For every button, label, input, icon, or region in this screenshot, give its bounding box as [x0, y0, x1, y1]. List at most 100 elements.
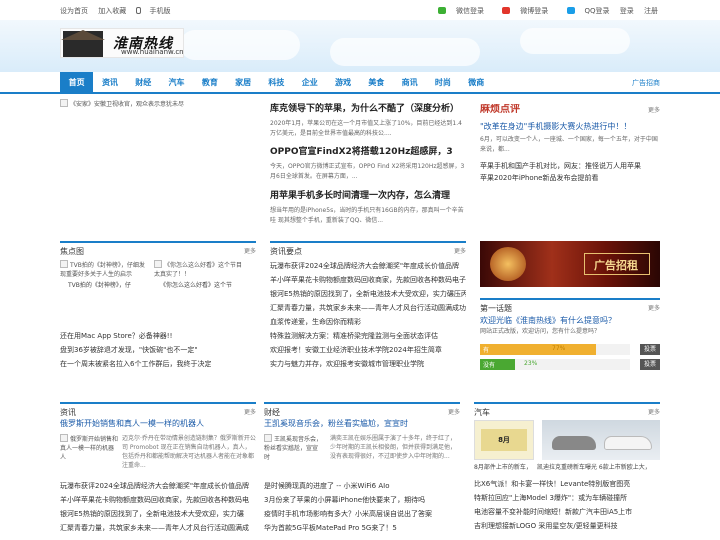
focus-link-3[interactable]: 在一个周末被紧名拉入6个工作群后，我终于决定 — [60, 358, 211, 370]
lead-image[interactable]: 《安家》安徽卫视收官，观众表示意犹未尽 — [60, 99, 184, 111]
set-homepage-link[interactable]: 设为首页 — [60, 7, 88, 15]
news-point-1[interactable]: 玩瀑布获评2024全球品牌经济大会鲸潮奖"年度成长价值品牌 — [270, 260, 466, 272]
finance-more[interactable]: 更多 — [448, 407, 460, 416]
focus-image-2[interactable]: 《你怎么这么好看》这个节目太真实了！！ — [154, 260, 244, 280]
nav-fashion[interactable]: 时尚 — [426, 72, 459, 94]
add-favorite-link[interactable]: 加入收藏 — [98, 7, 126, 15]
news-point-5[interactable]: 血浆传递爱，生命因你而精彩 — [270, 316, 466, 328]
focus-link-2[interactable]: 盘到36岁被辞退才发现，"快饭碗"也不一定" — [60, 344, 198, 356]
mobile-link[interactable]: 手机版 — [136, 7, 178, 15]
finance-link-3[interactable]: 疫情时手机市场影响有多大？小米高层误自说出了答案 — [264, 508, 460, 520]
vote-button-no[interactable]: 投票 — [640, 359, 660, 370]
weibo-login[interactable]: 微博登录 — [494, 7, 548, 15]
news-point-4[interactable]: 汇聚青春力量，共筑家乡未来——青年人才风台行活动圆满成功 — [270, 302, 466, 314]
login-link[interactable]: 登录 — [620, 7, 634, 15]
news-section-desc: 迈克尔·乔丹在带动情景创造链制集？俄罗斯新开公司 Promobot 现在正在销售… — [122, 435, 256, 469]
auto-link-3[interactable]: 电池容量不变补能时间缩短！新款广汽丰田iA5上市 — [474, 506, 660, 518]
review-desc: 6月，可以改变一个人，一座城、一个国家，每一个五年，对于中国来说，都... — [480, 136, 658, 153]
nav-wechat-biz[interactable]: 微商 — [460, 72, 493, 94]
nav-finance[interactable]: 财经 — [127, 72, 160, 94]
focus-caption-2[interactable]: 《你怎么这么好看》这个节 — [160, 280, 232, 292]
auto-more[interactable]: 更多 — [648, 407, 660, 416]
news-section-headline[interactable]: 俄罗斯开始销售和真人一模一样的机器人 — [60, 418, 204, 430]
nav-news[interactable]: 资讯 — [93, 72, 126, 94]
news-point-6[interactable]: 特殊监测解决方案：精准桥梁完隆监测与全面状态评估 — [270, 330, 466, 342]
news-points-more[interactable]: 更多 — [454, 246, 466, 255]
news-points-header: 资讯要点 更多 — [270, 241, 466, 256]
news-section-link-2[interactable]: 羊小咩苹果花卡购物额度数码回收商家，先款回收各种数码电 — [60, 494, 256, 506]
topic-more[interactable]: 更多 — [648, 303, 660, 312]
auto-link-4[interactable]: 吉利理想接新LOGO 采用星空灰/更轻量更科技 — [474, 520, 660, 532]
ad-banner[interactable]: 广告招租 — [480, 241, 660, 287]
focus-caption-1[interactable]: TVB拍的《封神榜》，仔 — [68, 280, 131, 292]
news-title-1[interactable]: 库克领导下的苹果，为什么不酷了（深度分析） — [270, 103, 459, 115]
news-point-8[interactable]: 实力与魅力并存，欢迎报考安徽城市管理职业学院 — [270, 358, 466, 370]
finance-image[interactable]: 王凯奚现音乐会，粉丝看实尴尬，宣宣时 — [264, 434, 322, 470]
news-desc-1: 2020年1月，苹果公司在这一个月市值又上涨了10%，目前已经达到1.4万亿美元… — [270, 120, 462, 137]
nav-business[interactable]: 商讯 — [393, 72, 426, 94]
finance-headline[interactable]: 王凯奚现音乐会，粉丝看实尴尬，宣宣时 — [264, 418, 408, 430]
news-section-image-alt: 俄罗斯开始销售和真人一模一样的机器人 — [60, 436, 118, 461]
news-section-link-4[interactable]: 汇聚青春力量，共筑家乡未来——青年人才风台行活动圆满成 — [60, 522, 256, 534]
auto-image-1[interactable]: 8月 — [474, 420, 534, 460]
auto-caption-2[interactable]: 凯迪拉克重磅新车曝光 6款上市新欧上大， — [537, 462, 651, 474]
broken-image-icon — [264, 434, 272, 442]
auto-link-1[interactable]: 比X6气派！和卡宴一样快！Levante特别版官图亮 — [474, 478, 660, 490]
nav-education[interactable]: 教育 — [193, 72, 226, 94]
finance-desc: 满奕王凯在娱乐圈属于演了十多年，终于红了，少年时期的王凯长相俊朗，但并获得到满足… — [330, 435, 457, 460]
ad-banner-text: 广告招租 — [594, 259, 638, 272]
news-point-7[interactable]: 欢迎报考！安徽工业经济职业技术学院2024年招生简章 — [270, 344, 466, 356]
news-point-2[interactable]: 羊小咩苹果花卡购物额度数码回收商家，先款回收各种数码电子产 — [270, 274, 466, 286]
broken-image-icon — [60, 99, 68, 107]
review-item-1[interactable]: 苹果手机和国产手机对比，网友：推怪说万人用苹果 — [480, 160, 641, 172]
finance-link-4[interactable]: 华为首款5G平板MatePad Pro 5G来了！5 — [264, 522, 460, 534]
news-section-more[interactable]: 更多 — [244, 407, 256, 416]
finance-header: 财经 更多 — [264, 402, 460, 417]
news-section-title: 资讯 — [60, 408, 76, 417]
review-headline[interactable]: "改革在身边"手机摄影大赛火热进行中！！ — [480, 121, 631, 133]
focus-header: 焦点图 更多 — [60, 241, 256, 256]
register-link[interactable]: 注册 — [644, 7, 658, 15]
wechat-login[interactable]: 微信登录 — [430, 7, 484, 15]
finance-link-1[interactable]: 是时候腾现真的进度了 -- 小米WiFi6 AIo — [264, 480, 460, 492]
news-point-3[interactable]: 银河E5热销的原因找到了，全新电池技术大受欢迎，实力碾压丙 — [270, 288, 466, 300]
focus-image-1[interactable]: TVB拍的《封神榜》，仔细发现重要好多关于人生的启示 — [60, 260, 148, 280]
topic-desc: 网站正式改版，欢迎访问，您有什么提意吗？ — [480, 328, 601, 335]
review-badge: 麻烦点评 — [480, 104, 520, 115]
auto-caption-1[interactable]: 8月部件上市的新车， — [474, 462, 532, 474]
news-section-header: 资讯 更多 — [60, 402, 256, 417]
qq-login[interactable]: QQ登录 — [559, 7, 610, 15]
nav-tech[interactable]: 科技 — [260, 72, 293, 94]
finance-title: 财经 — [264, 408, 280, 417]
poll-label-no: 没有 — [483, 362, 496, 369]
broken-image-icon — [154, 260, 162, 268]
vote-button-yes[interactable]: 投票 — [640, 344, 660, 355]
auto-header: 汽车 更多 — [474, 402, 660, 417]
focus-link-1[interactable]: 还在用Mac App Store？必备神器!! — [60, 330, 172, 342]
news-section-link-3[interactable]: 银河E5热销的原因找到了，全新电池技术大受欢迎，实力碾 — [60, 508, 256, 520]
news-points-title: 资讯要点 — [270, 247, 302, 256]
nav-auto[interactable]: 汽车 — [160, 72, 193, 94]
nav-ad-link[interactable]: 广告招商 — [632, 78, 660, 88]
review-more[interactable]: 更多 — [648, 105, 660, 117]
nav-enterprise[interactable]: 企业 — [293, 72, 326, 94]
nav-food[interactable]: 美食 — [360, 72, 393, 94]
top-bar: 设为首页 加入收藏 手机版 微信登录 微博登录 QQ登录 登录 注册 — [0, 0, 720, 20]
site-logo[interactable]: 淮南热线 www.huainanw.cn — [60, 28, 184, 58]
news-section-image[interactable]: 俄罗斯开始销售和真人一模一样的机器人 — [60, 434, 118, 470]
nav-home-living[interactable]: 家居 — [226, 72, 259, 94]
focus-image-1-alt: TVB拍的《封神榜》，仔细发现重要好多关于人生的启示 — [60, 262, 145, 278]
news-title-3[interactable]: 用苹果手机多长时间清理一次内存，怎么清理 — [270, 190, 450, 202]
topic-headline[interactable]: 欢迎光临《淮南热线》有什么提意吗？ — [480, 315, 616, 327]
news-section-link-1[interactable]: 玩瀑布获评2024全球品牌经济大会鲸潮奖"年度成长价值品牌 — [60, 480, 256, 492]
focus-more[interactable]: 更多 — [244, 246, 256, 255]
auto-image-2[interactable] — [542, 420, 660, 460]
news-desc-3: 想当年用的是iPhone5s，当时的手机只有16GB的内存，那真叫一个辛苦哇 现… — [270, 207, 464, 224]
review-item-2[interactable]: 苹果2020年iPhone新品发布会提前看 — [480, 172, 598, 184]
nav-games[interactable]: 游戏 — [326, 72, 359, 94]
finance-link-2[interactable]: 3月份来了苹果的小屏幕iPhone他快要来了，期待吗 — [264, 494, 460, 506]
auto-link-2[interactable]: 特斯拉回应"上海Model 3爆炸"：或为车辆碰撞所 — [474, 492, 660, 504]
nav-home[interactable]: 首页 — [60, 72, 94, 94]
focus-image-2-alt: 《你怎么这么好看》这个节目太真实了！！ — [154, 262, 243, 278]
news-title-2[interactable]: OPPO官宣FindX2将搭载120Hz超感屏，3 — [270, 146, 453, 158]
